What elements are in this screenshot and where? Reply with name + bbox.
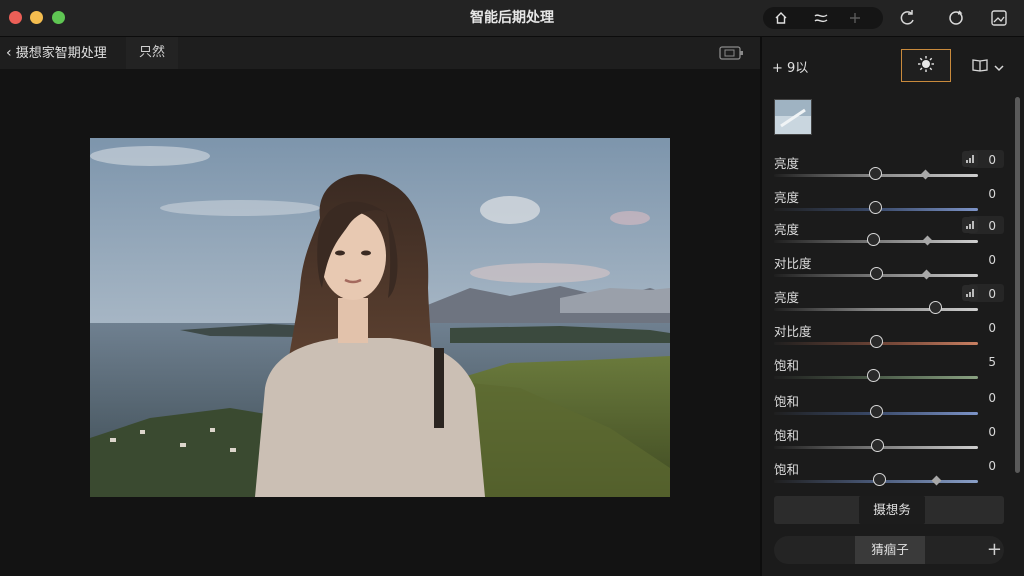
save-preset-button[interactable]: 猜痼子 [855, 536, 925, 564]
reset-bar[interactable]: 摄想务 [774, 496, 1004, 524]
preset-thumbnail[interactable] [774, 99, 812, 135]
default-marker [931, 475, 942, 486]
adjustment-row: 对比度 0 [762, 253, 1024, 287]
adjustment-row: 亮度 0 [762, 150, 1024, 187]
adjustment-label: 饱和 [774, 394, 800, 409]
slider-knob[interactable] [867, 369, 880, 382]
default-marker [921, 269, 932, 280]
adjustment-row: 亮度 0 [762, 284, 1024, 321]
slider-track[interactable] [774, 308, 978, 311]
bars-icon[interactable] [962, 217, 978, 233]
adjustment-label: 对比度 [774, 324, 812, 339]
adjustment-value[interactable]: 0 [988, 321, 996, 335]
back-label: 摄想家智期处理 [15, 46, 107, 61]
adjustment-label: 饱和 [774, 462, 800, 477]
adjustment-row: 饱和 0 [762, 425, 1024, 459]
adjustment-value[interactable]: 0 [988, 219, 996, 233]
adjustment-label: 亮度 [774, 190, 800, 205]
adjustment-label: 对比度 [774, 256, 812, 271]
view-mode-segmented-control[interactable] [763, 7, 883, 29]
panel-scrollbar[interactable] [1015, 97, 1020, 473]
book-icon [972, 57, 988, 76]
presets-dropdown[interactable] [972, 57, 1004, 76]
default-marker [922, 235, 933, 246]
slider-knob[interactable] [870, 405, 883, 418]
save-bar[interactable]: 猜痼子 + [774, 536, 1004, 564]
adjustment-label: 亮度 [774, 156, 800, 171]
sparkle-icon[interactable] [839, 7, 871, 29]
rotate-left-icon[interactable] [898, 8, 918, 28]
adjustment-label: 亮度 [774, 222, 800, 237]
adjustment-value[interactable]: 0 [988, 391, 996, 405]
adjustment-value[interactable]: 0 [988, 287, 996, 301]
bars-icon[interactable] [962, 151, 978, 167]
slider-knob[interactable] [873, 473, 886, 486]
slider-knob[interactable] [929, 301, 942, 314]
slider-knob[interactable] [870, 335, 883, 348]
panel-header: + 9以 [762, 37, 1024, 87]
adjustment-value[interactable]: 0 [988, 459, 996, 473]
plus-icon[interactable]: + [987, 539, 1002, 560]
default-marker [920, 169, 931, 180]
adjustment-value[interactable]: 5 [988, 355, 996, 369]
adjustment-row: 对比度 0 [762, 321, 1024, 355]
tab-natural[interactable]: 只然 [126, 37, 178, 69]
adjustment-label: 饱和 [774, 358, 800, 373]
add-preset-button[interactable]: + 9以 [772, 57, 808, 76]
refresh-icon[interactable] [946, 8, 966, 28]
bars-icon[interactable] [962, 285, 978, 301]
editor-toolbar: ‹ 摄想家智期处理 只然 [0, 37, 760, 69]
slider-knob[interactable] [867, 233, 880, 246]
battery-icon[interactable] [719, 45, 745, 65]
adjustment-row: 亮度 0 [762, 216, 1024, 253]
portrait-photo[interactable] [90, 138, 670, 497]
compare-icon[interactable] [805, 7, 837, 29]
adjustment-label: 亮度 [774, 290, 800, 305]
sun-icon [917, 55, 935, 77]
auto-enhance-button[interactable] [901, 49, 951, 82]
adjustment-row: 饱和 0 [762, 391, 1024, 425]
home-icon[interactable] [765, 7, 797, 29]
slider-knob[interactable] [869, 201, 882, 214]
adjustment-value[interactable]: 0 [988, 187, 996, 201]
title-bar: 智能后期处理 [0, 0, 1024, 37]
adjustment-label: 饱和 [774, 428, 800, 443]
chevron-left-icon: ‹ [6, 45, 12, 61]
adjustment-value[interactable]: 0 [988, 253, 996, 267]
adjustments-panel: + 9以 亮度 0 亮度 0 亮度 0 对比度 0 亮度 0 对比度 0 饱和 5 饱和 0 饱和 0 饱和 0 摄想… [762, 37, 1024, 576]
slider-knob[interactable] [869, 167, 882, 180]
adjustment-row: 饱和 0 [762, 459, 1024, 493]
adjustment-value[interactable]: 0 [988, 153, 996, 167]
image-export-icon[interactable] [989, 8, 1009, 28]
slider-knob[interactable] [870, 267, 883, 280]
back-button[interactable]: ‹ 摄想家智期处理 [6, 37, 107, 69]
chevron-down-icon [994, 57, 1004, 76]
reset-button[interactable]: 摄想务 [859, 496, 925, 524]
adjustment-row: 饱和 5 [762, 355, 1024, 389]
add-preset-label: + 9以 [772, 61, 809, 76]
adjustment-value[interactable]: 0 [988, 425, 996, 439]
slider-knob[interactable] [871, 439, 884, 452]
